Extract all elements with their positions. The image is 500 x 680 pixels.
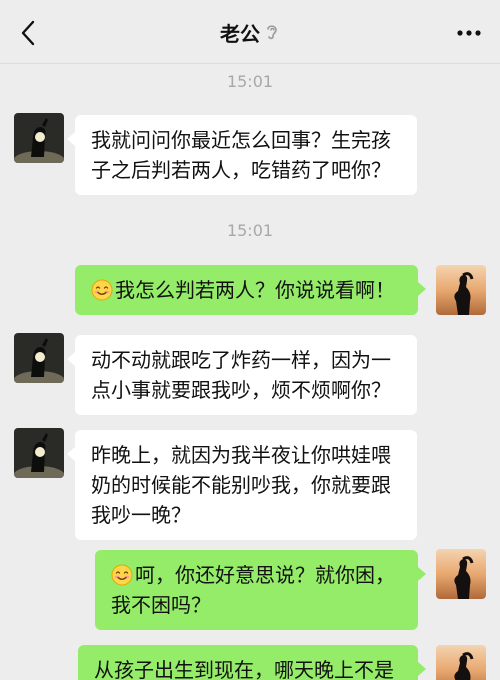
message-bubble[interactable]: 动不动就跟吃了炸药一样，因为一点小事就要跟我吵，烦不烦啊你？	[67, 335, 417, 415]
chat-header: 老公	[0, 0, 500, 64]
message-bubble[interactable]: 我就问问你最近怎么回事？生完孩子之后判若两人，吃错药了吧你？	[67, 115, 417, 195]
smile-emoji-icon	[111, 564, 133, 586]
husband-avatar[interactable]	[14, 113, 64, 163]
message-bubble[interactable]: 昨晚上，就因为我半夜让你哄娃喂奶的时候能不能别吵我，你就要跟我吵一晚？	[67, 430, 417, 540]
message-text: 我怎么判若两人？你说说看啊！	[115, 278, 395, 302]
wife-avatar[interactable]	[436, 265, 486, 315]
more-options-button[interactable]	[454, 20, 484, 46]
message-bubble[interactable]: 呵，你还好意思说？就你困，我不困吗？	[95, 550, 426, 630]
wife-avatar[interactable]	[436, 549, 486, 599]
title-area: 老公	[0, 0, 500, 64]
wife-avatar[interactable]	[436, 645, 486, 680]
smile-emoji-icon	[91, 279, 113, 301]
chat-title: 老公	[220, 21, 260, 46]
message-bubble[interactable]: 我怎么判若两人？你说说看啊！	[75, 265, 426, 315]
message-bubble[interactable]: 从孩子出生到现在，哪天晚上不是	[78, 645, 426, 680]
timestamp: 15:01	[226, 221, 274, 240]
timestamp: 15:01	[226, 72, 274, 91]
husband-avatar[interactable]	[14, 428, 64, 478]
husband-avatar[interactable]	[14, 333, 64, 383]
message-text: 呵，你还好意思说？就你困，我不困吗？	[111, 563, 395, 617]
more-dots-icon	[457, 30, 481, 36]
ear-icon	[264, 22, 280, 42]
